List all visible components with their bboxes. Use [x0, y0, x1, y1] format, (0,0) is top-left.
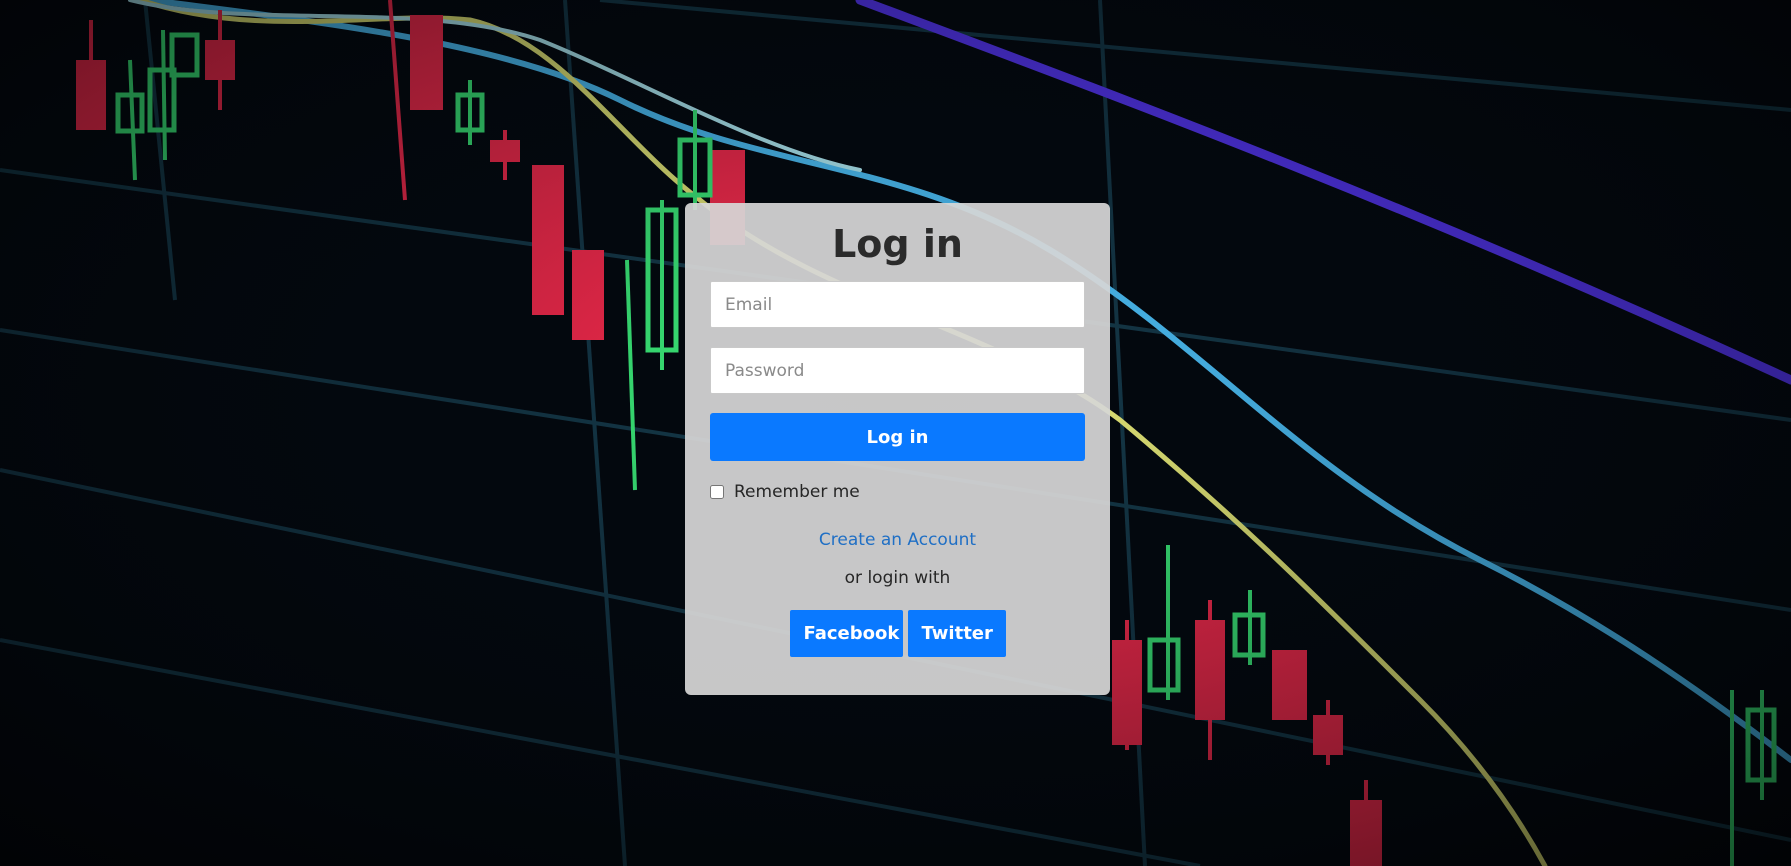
- page: Log in Log in Remember me Create an Acco…: [0, 0, 1791, 866]
- login-title: Log in: [832, 222, 963, 266]
- remember-me-row[interactable]: Remember me: [709, 482, 1086, 502]
- twitter-login-button[interactable]: Twitter: [907, 610, 1006, 657]
- remember-me-label: Remember me: [734, 482, 860, 502]
- remember-me-checkbox[interactable]: [710, 485, 724, 499]
- password-field[interactable]: [710, 347, 1085, 394]
- login-card: Log in Log in Remember me Create an Acco…: [685, 203, 1110, 695]
- create-account-link[interactable]: Create an Account: [819, 530, 976, 550]
- facebook-login-button[interactable]: Facebook: [789, 610, 903, 657]
- or-login-with-text: or login with: [844, 568, 951, 588]
- email-field[interactable]: [710, 281, 1085, 328]
- social-login-row: Facebook Twitter: [709, 610, 1086, 657]
- login-button[interactable]: Log in: [710, 413, 1085, 461]
